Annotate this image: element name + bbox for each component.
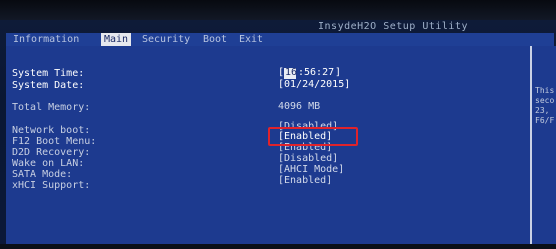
system-time-hour[interactable]: 16	[285, 67, 297, 78]
app-title: InsydeH2O Setup Utility	[318, 21, 468, 32]
highlight-annotation-box	[268, 127, 358, 146]
tab-security[interactable]: Security	[139, 33, 193, 46]
network-boot-label: Network boot:	[12, 125, 91, 136]
wake-on-lan-value[interactable]: [Disabled]	[278, 153, 338, 164]
tab-information[interactable]: Information	[10, 33, 82, 46]
total-memory-label: Total Memory:	[12, 102, 91, 113]
help-line: seco	[535, 96, 555, 105]
monitor-bezel	[0, 0, 556, 20]
sata-mode-label: SATA Mode:	[12, 169, 73, 180]
help-line: F6/F	[535, 116, 555, 125]
total-memory-value: 4096 MB	[278, 101, 321, 112]
monitor-bottom-edge	[0, 244, 556, 249]
tab-exit[interactable]: Exit	[236, 33, 266, 46]
system-time-label: System Time:	[12, 68, 85, 79]
help-panel: This seco 23, F6/F	[532, 46, 556, 246]
xhci-support-value[interactable]: [Enabled]	[278, 175, 332, 186]
d2d-recovery-label: D2D Recovery:	[12, 147, 91, 158]
sata-mode-value[interactable]: [AHCI Mode]	[278, 164, 344, 175]
f12-boot-menu-label: F12 Boot Menu:	[12, 136, 97, 147]
system-time-rest[interactable]: :56:27	[298, 67, 334, 78]
bios-screen: InsydeH2O Setup Utility Information Main…	[0, 0, 556, 249]
help-line: 23,	[535, 106, 550, 115]
system-date-label: System Date:	[12, 80, 85, 91]
tab-boot[interactable]: Boot	[200, 33, 230, 46]
xhci-support-label: xHCI Support:	[12, 180, 91, 191]
time-open-bracket: [	[278, 67, 285, 78]
wake-on-lan-label: Wake on LAN:	[12, 158, 85, 169]
tab-main[interactable]: Main	[101, 33, 132, 46]
menu-bar: Information Main Security Boot Exit	[6, 33, 554, 46]
help-line: This	[535, 86, 555, 95]
time-close-bracket: ]	[335, 67, 342, 78]
system-date-value[interactable]: [01/24/2015]	[278, 79, 350, 90]
